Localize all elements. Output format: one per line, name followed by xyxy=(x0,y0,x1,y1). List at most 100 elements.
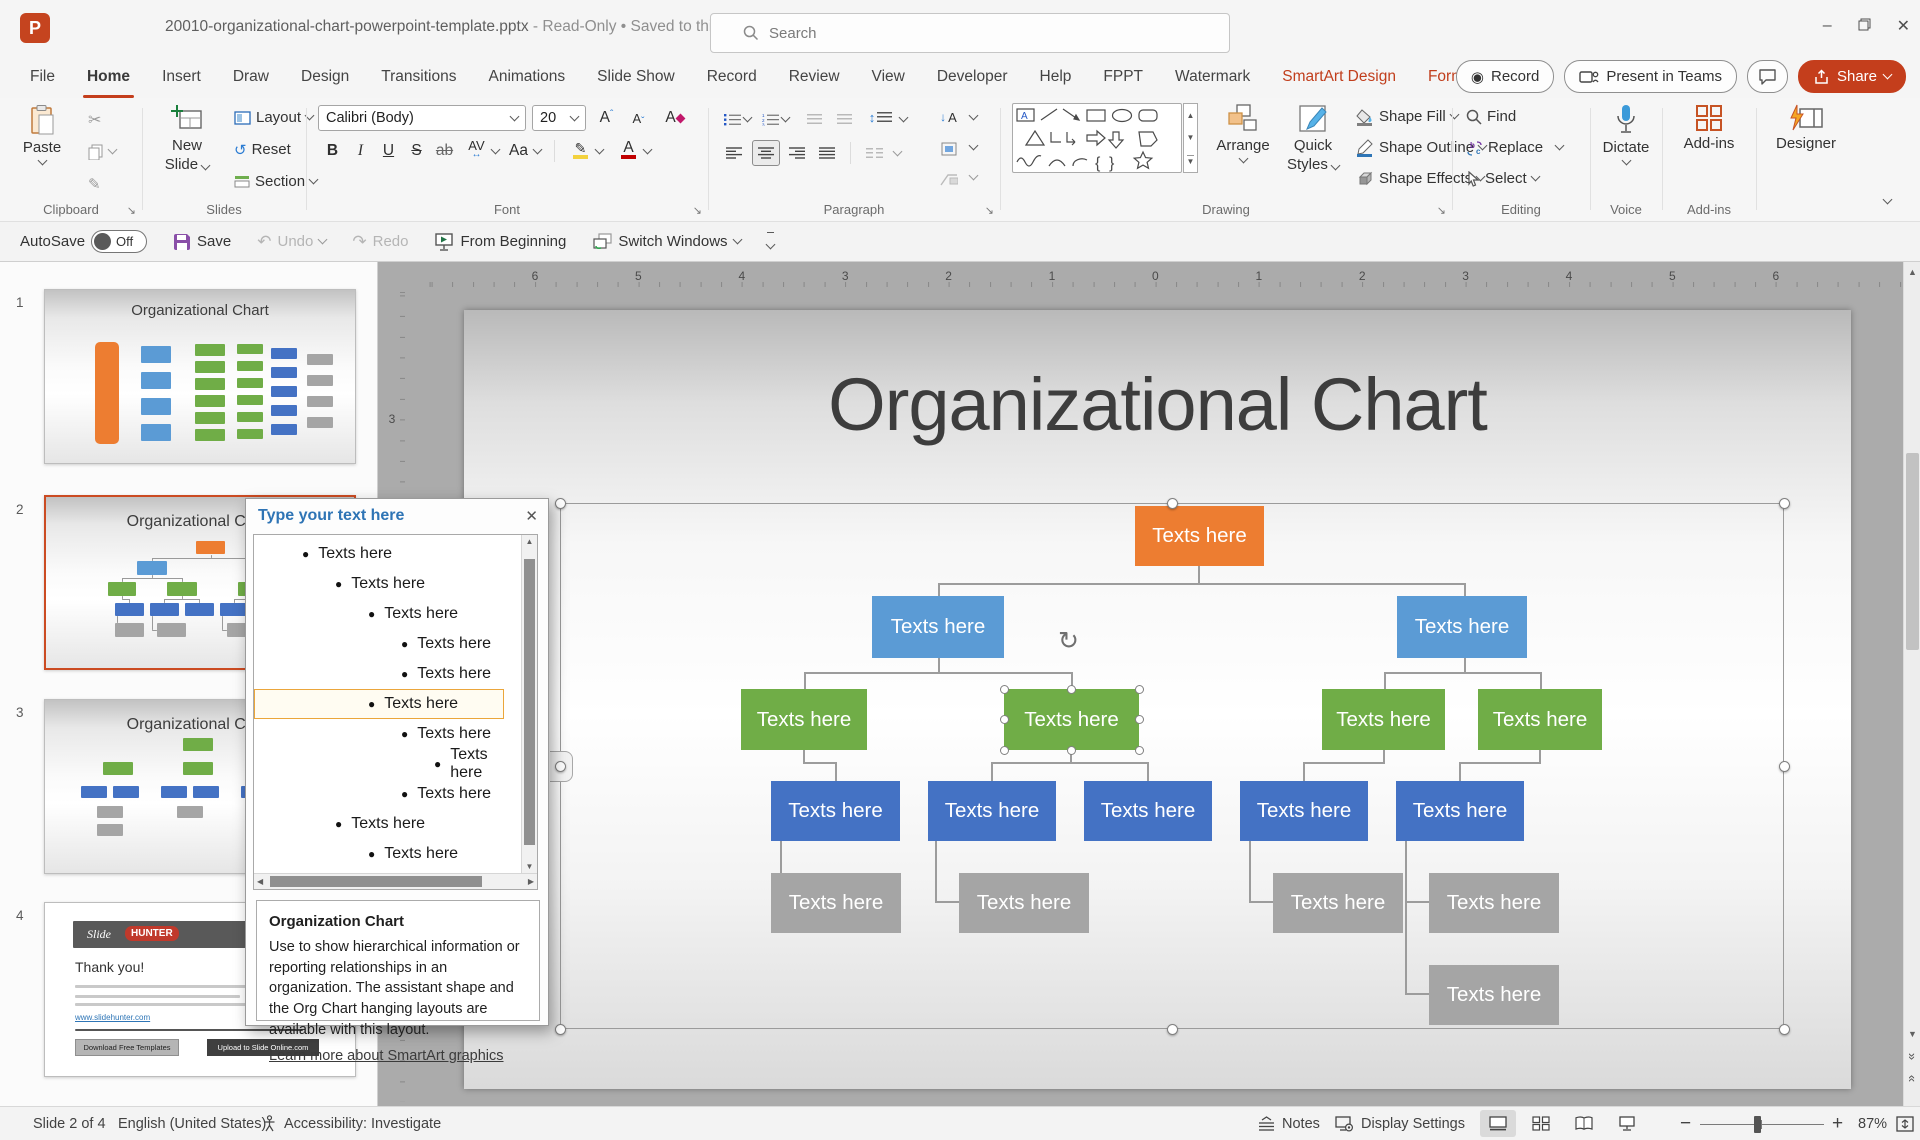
org-chart-node[interactable]: Texts here xyxy=(1004,689,1139,750)
switch-windows-button[interactable]: Switch Windows xyxy=(592,233,740,250)
scroll-left-icon[interactable]: ◀ xyxy=(257,877,263,886)
find-button[interactable]: Find xyxy=(1466,103,1516,130)
tab-insert[interactable]: Insert xyxy=(146,56,217,98)
replace-button[interactable]: bcReplace xyxy=(1466,134,1563,161)
selection-handle[interactable] xyxy=(1067,746,1076,755)
scroll-down-button[interactable]: ▼ xyxy=(1904,1024,1920,1044)
org-chart-node[interactable]: Texts here xyxy=(1135,506,1264,566)
selection-handle[interactable] xyxy=(1000,746,1009,755)
convert-to-smartart-button[interactable] xyxy=(936,166,961,192)
selection-handle[interactable] xyxy=(1135,746,1144,755)
copy-button[interactable] xyxy=(88,138,116,165)
decrease-font-button[interactable]: Aˇ xyxy=(626,105,651,131)
org-chart-node[interactable]: Texts here xyxy=(1397,596,1527,658)
section-button[interactable]: Section xyxy=(234,168,317,195)
tab-animations[interactable]: Animations xyxy=(472,56,581,98)
arrange-button[interactable]: Arrange xyxy=(1210,104,1276,162)
tab-fppt[interactable]: FPPT xyxy=(1087,56,1159,98)
font-size-combo[interactable]: 20 xyxy=(532,105,586,131)
quick-styles-button[interactable]: QuickStyles xyxy=(1282,104,1344,175)
scroll-up-icon[interactable]: ▲ xyxy=(522,537,537,546)
align-center-button[interactable] xyxy=(752,140,780,166)
notes-button[interactable]: Notes xyxy=(1258,1107,1320,1140)
reset-button[interactable]: ↺Reset xyxy=(234,136,291,163)
text-pane-item[interactable]: ●Texts here xyxy=(254,809,504,839)
paste-button[interactable]: Paste xyxy=(12,104,72,164)
undo-button[interactable]: ↶Undo xyxy=(257,232,326,252)
vertical-scrollbar[interactable]: ▲ ▼ » « xyxy=(1903,262,1920,1106)
subscript-button[interactable]: ab xyxy=(432,138,457,164)
tab-watermark[interactable]: Watermark xyxy=(1159,56,1266,98)
selection-handle[interactable] xyxy=(1135,685,1144,694)
slide-sorter-view-button[interactable] xyxy=(1523,1110,1559,1137)
text-pane-item[interactable]: ●Texts here xyxy=(254,629,504,659)
org-chart-node[interactable]: Texts here xyxy=(771,873,901,933)
increase-font-button[interactable]: Aˆ xyxy=(594,105,619,131)
selection-handle[interactable] xyxy=(1067,685,1076,694)
org-chart-node[interactable]: Texts here xyxy=(1429,965,1559,1025)
selection-handle[interactable] xyxy=(1779,1024,1790,1035)
bold-button[interactable]: B xyxy=(320,138,345,164)
selection-handle[interactable] xyxy=(1000,685,1009,694)
format-painter-button[interactable]: ✎ xyxy=(88,170,101,197)
save-button[interactable]: Save xyxy=(173,233,231,251)
tab-file[interactable]: File xyxy=(14,56,71,98)
horizontal-ruler[interactable]: 6543210123456 xyxy=(412,268,1903,292)
text-pane-item[interactable]: ●Texts here xyxy=(254,719,504,749)
comments-button[interactable] xyxy=(1747,60,1788,93)
increase-indent-button[interactable] xyxy=(832,106,857,132)
text-pane-list[interactable]: ●Texts here●Texts here●Texts here●Texts … xyxy=(253,534,538,890)
tab-smartart-design[interactable]: SmartArt Design xyxy=(1266,56,1412,98)
org-chart-node[interactable]: Texts here xyxy=(928,781,1056,841)
selection-handle[interactable] xyxy=(1779,761,1790,772)
scrollbar-thumb[interactable] xyxy=(524,559,535,845)
align-left-button[interactable] xyxy=(721,140,746,166)
scroll-up-button[interactable]: ▲ xyxy=(1904,262,1920,282)
text-pane-vscrollbar[interactable]: ▲ ▼ xyxy=(521,535,537,873)
org-chart-node[interactable]: Texts here xyxy=(1396,781,1524,841)
zoom-in-button[interactable]: + xyxy=(1832,1107,1843,1140)
slide-canvas[interactable]: Organizational Chart ↻ › Texts hereTexts… xyxy=(464,310,1851,1089)
search-input[interactable]: Search xyxy=(710,13,1230,53)
org-chart-node[interactable]: Texts here xyxy=(1322,689,1445,750)
selection-handle[interactable] xyxy=(1779,498,1790,509)
tab-view[interactable]: View xyxy=(856,56,921,98)
tab-developer[interactable]: Developer xyxy=(921,56,1024,98)
text-pane-item[interactable]: ●Texts here xyxy=(254,569,504,599)
new-slide-button[interactable]: NewSlide xyxy=(156,104,218,175)
numbering-button[interactable]: 123 xyxy=(758,106,783,132)
text-pane-item[interactable]: ●Texts here xyxy=(254,539,504,569)
select-button[interactable]: Select xyxy=(1466,165,1539,192)
accessibility-status[interactable]: Accessibility: Investigate xyxy=(262,1107,441,1140)
fit-to-window-button[interactable] xyxy=(1896,1107,1914,1140)
highlight-color-button[interactable]: ✎ xyxy=(568,136,593,162)
rotate-handle[interactable]: ↻ xyxy=(1058,626,1079,656)
shapes-gallery-scroll[interactable]: ▲▼▼ xyxy=(1183,103,1198,173)
selection-handle[interactable] xyxy=(1167,498,1178,509)
learn-more-link[interactable]: Learn more about SmartArt graphics xyxy=(269,1048,504,1064)
org-chart-node[interactable]: Texts here xyxy=(771,781,900,841)
redo-button[interactable]: ↷Redo xyxy=(352,232,408,252)
tab-help[interactable]: Help xyxy=(1024,56,1088,98)
from-beginning-button[interactable]: From Beginning xyxy=(434,233,566,251)
decrease-indent-button[interactable] xyxy=(802,106,827,132)
language-indicator[interactable]: English (United States) xyxy=(118,1107,266,1140)
close-icon[interactable]: ✕ xyxy=(525,507,538,525)
text-pane-item[interactable]: ●Texts here xyxy=(254,689,504,719)
tab-design[interactable]: Design xyxy=(285,56,365,98)
text-pane-item[interactable]: ●Texts here xyxy=(254,839,504,869)
clipboard-dialog-launcher[interactable]: ↘ xyxy=(127,204,136,217)
selection-handle[interactable] xyxy=(1167,1024,1178,1035)
org-chart-node[interactable]: Texts here xyxy=(959,873,1089,933)
underline-button[interactable]: U xyxy=(376,138,401,164)
text-direction-button[interactable]: ↓A xyxy=(936,104,961,130)
selection-handle[interactable] xyxy=(555,761,566,772)
selection-handle[interactable] xyxy=(555,498,566,509)
columns-button[interactable] xyxy=(862,140,887,166)
selection-handle[interactable] xyxy=(555,1024,566,1035)
restore-button[interactable] xyxy=(1858,18,1871,34)
reading-view-button[interactable] xyxy=(1566,1110,1602,1137)
next-slide-button[interactable]: « xyxy=(1904,1068,1920,1088)
designer-button[interactable]: Designer xyxy=(1770,104,1842,154)
scrollbar-thumb[interactable] xyxy=(1906,453,1919,650)
